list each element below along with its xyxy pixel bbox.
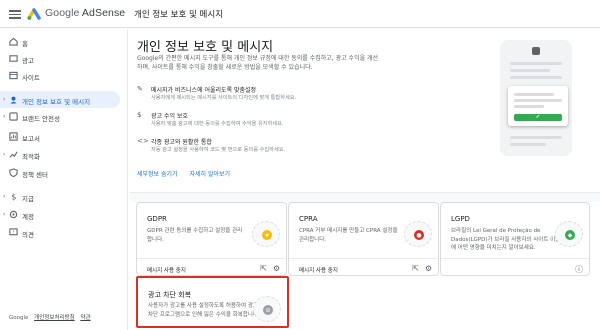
feature-desc: 자동 광고 설정을 사용하여 코드 몇 번으로 동의를 수집하세요. [151, 147, 286, 153]
sidebar-item-ads[interactable]: 광고 [0, 50, 128, 67]
settings-icon[interactable]: ⚙ [425, 264, 432, 273]
sidebar-item-feedback[interactable]: ! 의견 [0, 224, 128, 241]
brand-name[interactable]: Google AdSense [45, 7, 125, 19]
bear-icon: ● [414, 230, 424, 240]
top-bar: Google AdSense 개인 정보 보호 및 메시지 [0, 0, 600, 28]
chevron-right-icon: › [3, 193, 6, 200]
chevron-right-icon: › [3, 151, 6, 158]
sidebar-item-label: 사이트 [22, 74, 40, 82]
intro-links: 세부정보 숨기기 자세히 알아보기 [137, 169, 240, 178]
chevron-right-icon: › [3, 113, 6, 120]
feature-title: 각종 광고와 원활한 통합 [151, 139, 212, 146]
sidebar-item-label: 광고 [22, 57, 34, 65]
sidebar-item-sites[interactable]: 사이트 [0, 67, 128, 84]
card-cpra[interactable]: CPRA CPRA 거부 메시지를 만들고 CPRA 설정을 관리합니다. ● … [288, 202, 439, 276]
sidebar-item-account[interactable]: › 계정 [0, 206, 128, 223]
sidebar-item-brand-safety[interactable]: › 브랜드 안전성 [0, 108, 128, 125]
sidebar-item-payments[interactable]: › $ 지급 [0, 188, 128, 205]
menu-icon[interactable] [9, 8, 21, 20]
sidebar-item-label: 의견 [22, 231, 34, 239]
terms-link[interactable]: 약관 [80, 315, 90, 321]
settings-icon[interactable]: ⚙ [273, 264, 280, 273]
sites-icon [9, 71, 18, 80]
policy-center-icon [9, 168, 18, 177]
dollar-icon: $ [137, 111, 142, 119]
highlight-box [136, 276, 289, 328]
card-desc: 브라질의 Lei Geral de Proteção de Dados(LGPD… [451, 228, 561, 251]
feature-desc: 사용자 맞춤 광고에 대한 동의를 수집하여 수익을 유지하세요. [151, 121, 284, 127]
svg-text:!: ! [13, 229, 15, 235]
card-title: CPRA [299, 215, 318, 223]
pencil-icon: ✎ [137, 85, 143, 93]
gdpr-thumbnail: ★ [252, 221, 280, 247]
card-title: GDPR [147, 215, 167, 223]
sidebar-footer: Google 개인정보처리방침 약관 [9, 313, 95, 321]
card-title: LGPD [451, 215, 470, 223]
learn-more-link[interactable]: 자세히 알아보기 [189, 171, 230, 178]
page-heading: 개인 정보 보호 및 메시지 [134, 10, 224, 20]
svg-text:$: $ [11, 192, 16, 201]
footer-google: Google [9, 315, 29, 321]
check-icon: ✔ [514, 114, 562, 121]
sidebar-item-label: 정책 센터 [22, 171, 48, 179]
star-icon: ★ [262, 230, 272, 240]
sidebar-item-label: 계정 [22, 213, 34, 221]
sidebar-item-privacy-messaging[interactable]: › 개인 정보 보호 및 메시지 [0, 91, 120, 108]
brand-google: Google [45, 7, 80, 19]
sidebar-item-reports[interactable]: 보고서 [0, 128, 128, 145]
open-icon[interactable]: ⇱ [260, 264, 267, 273]
brand-safety-icon [9, 112, 18, 121]
chevron-right-icon: › [3, 96, 6, 103]
sidebar-item-label: 개인 정보 보호 및 메시지 [22, 98, 91, 106]
brazil-flag-icon: ◆ [565, 230, 575, 240]
payments-icon: $ [11, 192, 16, 201]
section-divider [130, 192, 600, 202]
cpra-thumbnail: ● [404, 221, 432, 247]
ads-icon [9, 55, 18, 62]
optimization-icon [9, 151, 18, 158]
code-icon: <> [137, 137, 149, 145]
card-lgpd[interactable]: LGPD 브라질의 Lei Geral de Proteção de Dados… [440, 202, 590, 276]
reports-icon [9, 132, 18, 141]
sidebar-item-label: 최적화 [22, 153, 40, 161]
chevron-right-icon: › [3, 211, 6, 218]
sidebar-item-label: 보고서 [22, 135, 40, 143]
feature-title: 광고 수익 보호 [151, 113, 188, 120]
intro-text: Google의 간편한 메시지 도구를 통해 개인 정보 규정에 대한 동의를 … [137, 55, 379, 71]
disable-message-link[interactable]: 메시지 사용 중지 [299, 266, 338, 274]
open-icon[interactable]: ⇱ [412, 264, 419, 273]
privacy-icon [10, 96, 17, 104]
consent-dialog-illustration: ✔ [508, 86, 568, 126]
home-icon [9, 37, 18, 46]
hide-details-link[interactable]: 세부정보 숨기기 [137, 171, 178, 178]
info-icon[interactable]: ⓘ [575, 265, 583, 274]
sidebar-item-policy-center[interactable]: 정책 센터 [0, 164, 128, 181]
disable-message-link[interactable]: 메시지 사용 중지 [147, 266, 186, 274]
feature-desc: 사용자에게 제시되는 메시지를 사이트의 디자인에 맞게 통합하세요. [151, 95, 297, 101]
privacy-policy-link[interactable]: 개인정보처리방침 [34, 315, 74, 321]
sidebar-item-label: 지급 [22, 195, 34, 203]
card-desc: CPRA 거부 메시지를 만들고 CPRA 설정을 관리합니다. [299, 228, 398, 243]
account-icon [9, 210, 18, 219]
brand-product: AdSense [81, 7, 126, 19]
feature-title: 메시지가 비즈니스에 어울리도록 맞춤설정 [151, 87, 257, 94]
adsense-logo-icon [27, 8, 41, 20]
sidebar-item-label: 브랜드 안전성 [22, 115, 60, 123]
lgpd-thumbnail: ◆ [555, 221, 583, 247]
sidebar-item-optimization[interactable]: › 최적화 [0, 146, 128, 163]
sidebar-item-home[interactable]: 홈 [0, 33, 128, 50]
card-desc: GDPR 관련 동의를 수집하고 설정을 관리합니다. [147, 228, 243, 243]
main-title: 개인 정보 보호 및 메시지 [137, 40, 274, 55]
card-gdpr[interactable]: GDPR GDPR 관련 동의를 수집하고 설정을 관리합니다. ★ 메시지 사… [136, 202, 287, 276]
sidebar-item-label: 홈 [22, 40, 28, 48]
sidebar: 홈 광고 사이트 › 개인 정보 보호 및 메시지 › 브랜드 안전성 보고서 … [0, 29, 128, 330]
feedback-icon: ! [9, 228, 18, 235]
